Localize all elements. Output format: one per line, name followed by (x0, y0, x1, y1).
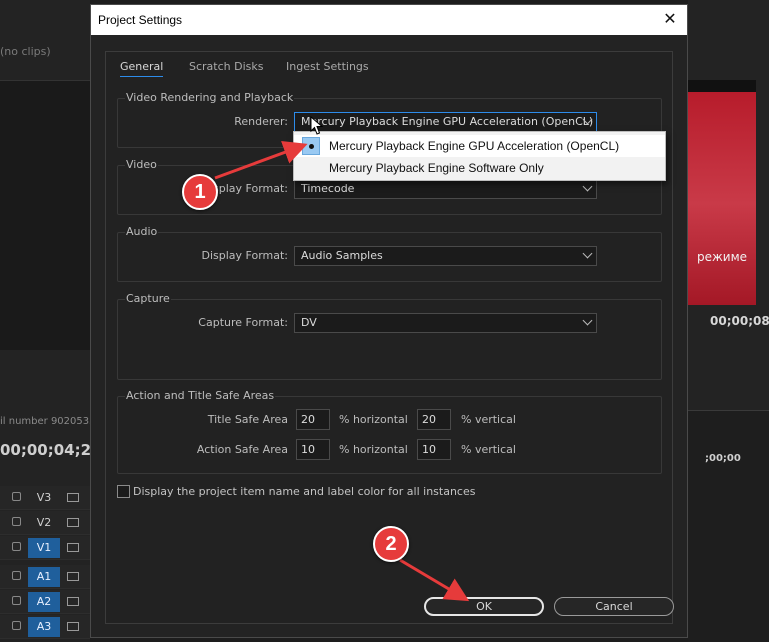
annotation-badge-1: 1 (182, 174, 218, 210)
annotation-badge-2: 2 (373, 526, 409, 562)
annotation-arrow-1 (214, 140, 308, 180)
annotation-arrow-2 (399, 558, 470, 602)
